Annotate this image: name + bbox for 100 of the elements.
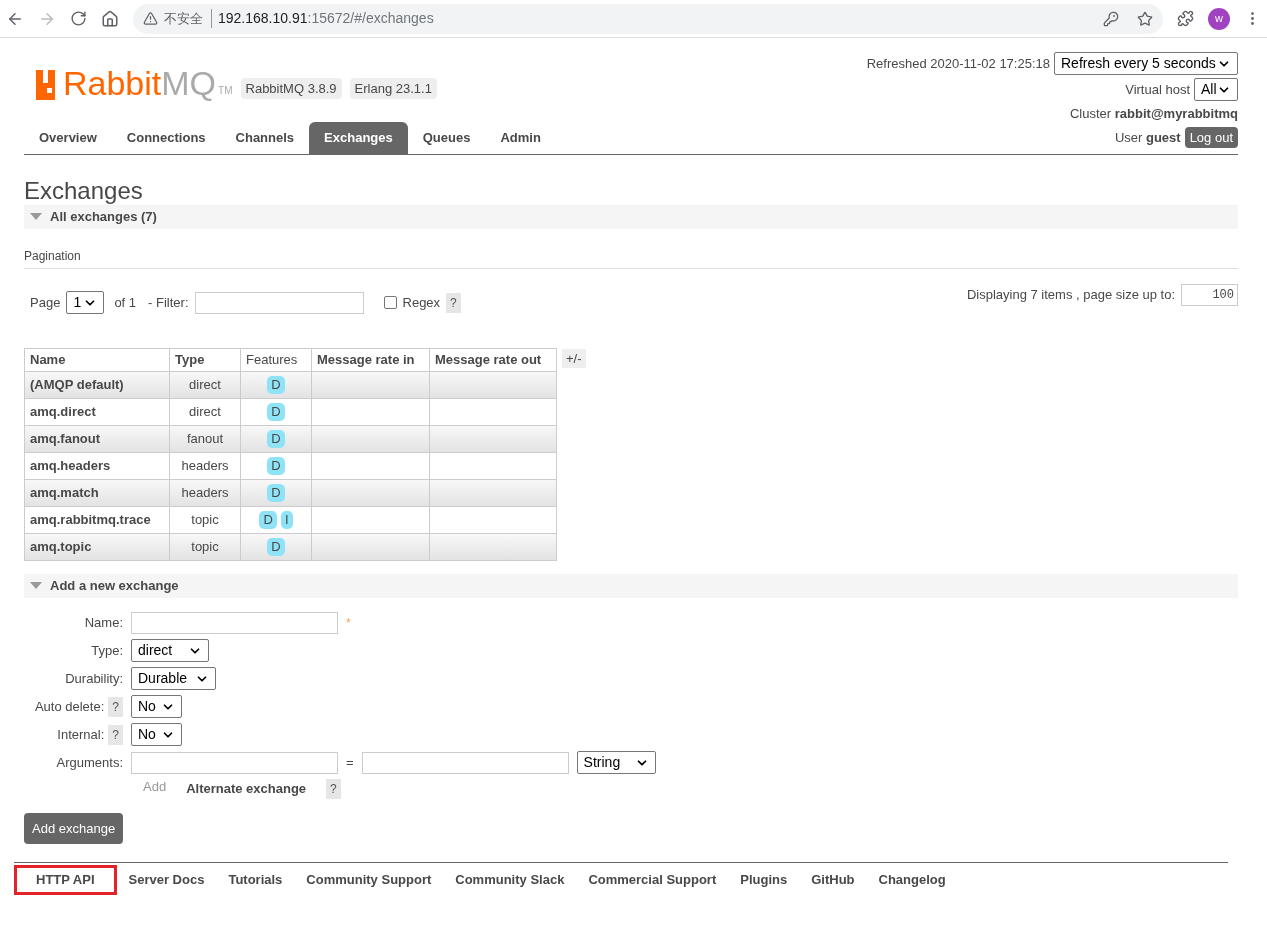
exchange-name[interactable]: (AMQP default): [24, 371, 170, 399]
exchange-type: direct: [169, 398, 241, 426]
page-size-field[interactable]: 100: [1181, 283, 1238, 306]
warning-icon: [143, 11, 158, 26]
section-header[interactable]: All exchanges (7): [24, 205, 1238, 229]
exchange-type: topic: [169, 506, 241, 534]
page-select[interactable]: 1: [66, 291, 105, 314]
argument-key-field[interactable]: [131, 751, 338, 774]
regex-checkbox[interactable]: [383, 296, 397, 309]
nav-tab[interactable]: Queues: [407, 122, 486, 154]
refreshed-time: Refreshed 2020-11-02 17:25:18: [866, 54, 1050, 73]
footer-link[interactable]: Server Docs: [116, 865, 217, 895]
feature-badge: D: [267, 484, 285, 502]
argument-value-field[interactable]: [361, 751, 569, 774]
option-select[interactable]: Durable: [131, 667, 216, 690]
equals-sign: =: [346, 753, 354, 772]
exchange-type: fanout: [169, 425, 241, 453]
security-label: 不安全: [164, 8, 212, 29]
version-badge: Erlang 23.1.1: [349, 77, 437, 99]
help-button[interactable]: ?: [108, 696, 123, 717]
feature-badge: D: [267, 430, 285, 448]
regex-label: Regex: [402, 293, 441, 312]
rabbitmq-logo: [36, 70, 55, 100]
option-select[interactable]: No: [131, 723, 182, 746]
footer-link[interactable]: Commercial Support: [576, 865, 729, 895]
refresh-select[interactable]: Refresh every 5 seconds: [1054, 52, 1238, 75]
column-header: Features: [240, 348, 312, 372]
displaying-text: Displaying 7 items , page size up to:: [966, 285, 1175, 304]
feature-badge: D: [267, 457, 285, 475]
exchange-name[interactable]: amq.direct: [24, 398, 170, 426]
nav-tab[interactable]: Channels: [220, 122, 310, 154]
argument-type-select[interactable]: String: [576, 751, 656, 774]
field-label: Durability:: [65, 669, 123, 688]
option-select[interactable]: No: [131, 695, 182, 718]
field-label: Internal:: [57, 725, 105, 744]
footer-link[interactable]: Community Support: [294, 865, 444, 895]
footer-link[interactable]: Plugins: [728, 865, 800, 895]
user-info: User guest: [1114, 128, 1181, 147]
exchange-type: direct: [169, 371, 241, 399]
help-button[interactable]: ?: [446, 292, 461, 313]
footer-link[interactable]: Community Slack: [443, 865, 577, 895]
column-header: Message rate out: [429, 348, 557, 372]
name-field[interactable]: [131, 612, 338, 634]
option-select[interactable]: direct: [131, 639, 209, 662]
cluster-info: Cluster rabbit@myrabbitmq: [1070, 105, 1238, 123]
section-title: All exchanges (7): [50, 208, 157, 227]
field-label: Name:: [84, 614, 123, 633]
exchange-name[interactable]: amq.topic: [24, 533, 170, 561]
field-label: Type:: [91, 641, 123, 660]
section-title: Add a new exchange: [50, 577, 179, 596]
logout-button[interactable]: Log out: [1184, 126, 1238, 148]
exchange-name[interactable]: amq.fanout: [24, 425, 170, 453]
reload-icon[interactable]: [70, 10, 87, 27]
nav-tab[interactable]: Exchanges: [309, 122, 408, 154]
help-button[interactable]: ?: [108, 724, 123, 745]
version-badge: RabbitMQ 3.8.9: [240, 77, 342, 99]
exchange-type: headers: [169, 479, 241, 507]
profile-avatar[interactable]: w: [1208, 7, 1230, 30]
collapse-triangle-icon[interactable]: [30, 582, 42, 590]
feature-badge: D: [267, 376, 285, 394]
exchange-name[interactable]: amq.headers: [24, 452, 170, 480]
nav-tab[interactable]: Admin: [485, 122, 556, 154]
column-header: Type: [169, 348, 241, 372]
vhost-label: Virtual host: [1125, 80, 1190, 99]
add-exchange-button[interactable]: Add exchange: [24, 813, 124, 844]
page-count: of 1: [114, 293, 137, 312]
exchange-type: headers: [169, 452, 241, 480]
alternate-exchange-link[interactable]: Alternate exchange: [186, 779, 307, 799]
key-icon[interactable]: [1103, 10, 1119, 27]
collapse-triangle-icon[interactable]: [30, 213, 42, 221]
footer-link[interactable]: HTTP API: [14, 865, 117, 895]
page-title: Exchanges: [24, 177, 144, 205]
vhost-select[interactable]: All: [1194, 78, 1238, 101]
nav-tab[interactable]: Connections: [111, 122, 221, 154]
pagination-heading: Pagination: [24, 247, 1238, 269]
filter-field[interactable]: [194, 291, 364, 314]
required-mark: *: [346, 615, 351, 632]
extensions-icon[interactable]: [1177, 10, 1194, 27]
home-icon[interactable]: [101, 9, 119, 28]
footer-link[interactable]: Changelog: [866, 865, 958, 895]
exchange-type: topic: [169, 533, 241, 561]
section-header[interactable]: Add a new exchange: [24, 574, 1238, 598]
star-icon[interactable]: [1137, 10, 1153, 27]
address-bar[interactable]: 不安全 192.168.10.91:15672/#/exchanges: [133, 3, 1163, 34]
columns-toggle[interactable]: +/-: [562, 349, 586, 368]
logo-wordmark: RabbitMQ TM: [63, 66, 233, 100]
page-label: Page: [30, 293, 61, 312]
column-header: Message rate in: [311, 348, 430, 372]
exchange-name[interactable]: amq.rabbitmq.trace: [24, 506, 170, 534]
help-button[interactable]: ?: [326, 779, 341, 799]
nav-tab[interactable]: Overview: [24, 122, 112, 154]
feature-badge: D: [267, 403, 285, 421]
footer-link[interactable]: GitHub: [799, 865, 867, 895]
feature-badge: I: [280, 511, 293, 529]
field-label: Auto delete:: [34, 697, 105, 716]
exchange-name[interactable]: amq.match: [24, 479, 170, 507]
footer-link[interactable]: Tutorials: [216, 865, 295, 895]
column-header: Name: [24, 348, 170, 372]
feature-badge: D: [267, 538, 285, 556]
url-text: 192.168.10.91:15672/#/exchanges: [218, 9, 434, 28]
